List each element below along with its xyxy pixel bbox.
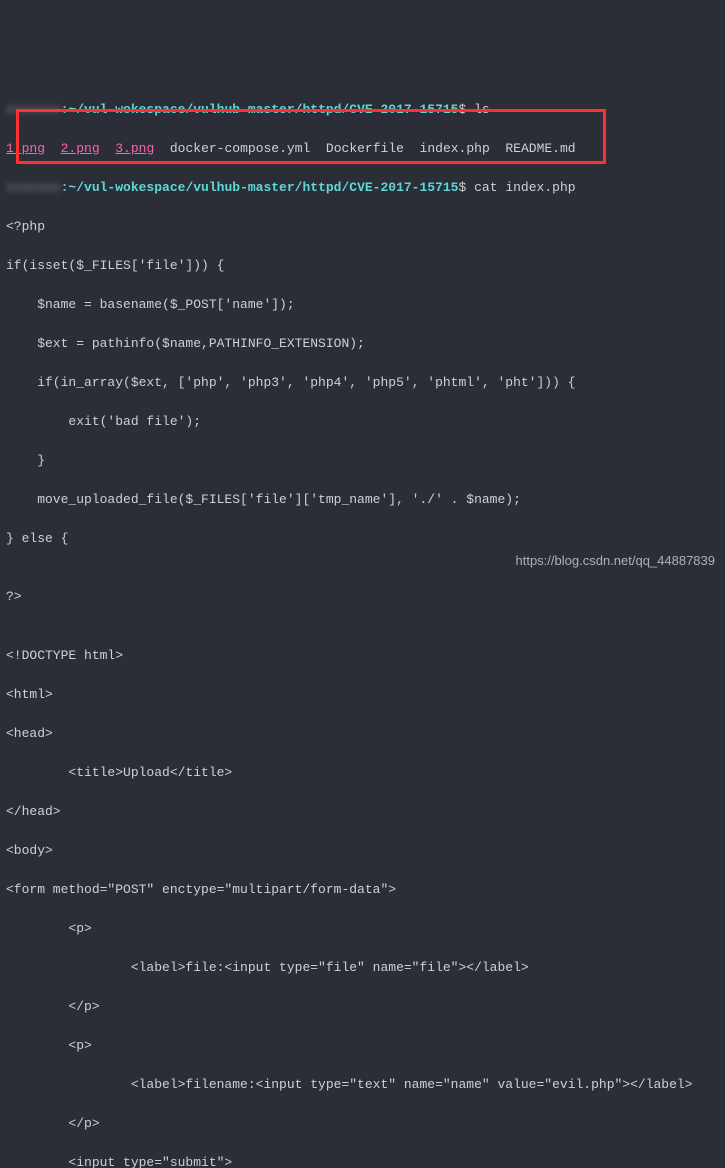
ls-output-line: 1.png 2.png 3.png docker-compose.yml Doc… [6, 139, 719, 159]
command-ls: ls [474, 102, 490, 117]
code-line: } else { [6, 529, 719, 549]
prompt-path: ~/vul-wokespace/vulhub-master/httpd/CVE-… [68, 102, 458, 117]
code-line: <label>file:<input type="file" name="fil… [6, 958, 719, 978]
command-cat: cat index.php [474, 180, 575, 195]
code-line: <form method="POST" enctype="multipart/f… [6, 880, 719, 900]
code-line: <html> [6, 685, 719, 705]
code-line: <title>Upload</title> [6, 763, 719, 783]
code-line: <head> [6, 724, 719, 744]
code-line: ?> [6, 587, 719, 607]
code-line: <input type="submit"> [6, 1153, 719, 1168]
prompt-path: ~/vul-wokespace/vulhub-master/httpd/CVE-… [68, 180, 458, 195]
terminal-output: xxxxxxx:~/vul-wokespace/vulhub-master/ht… [6, 80, 719, 1168]
code-line: </p> [6, 1114, 719, 1134]
prompt-dollar: $ [459, 102, 467, 117]
code-line: } [6, 451, 719, 471]
code-line: <p> [6, 919, 719, 939]
code-line: </p> [6, 997, 719, 1017]
code-line: $ext = pathinfo($name,PATHINFO_EXTENSION… [6, 334, 719, 354]
ls-file-png: 3.png [115, 141, 154, 156]
ls-file: index.php [420, 141, 490, 156]
ls-file-png: 2.png [61, 141, 100, 156]
code-line: <p> [6, 1036, 719, 1056]
ls-file: README.md [505, 141, 575, 156]
code-line: <body> [6, 841, 719, 861]
code-line: </head> [6, 802, 719, 822]
code-line: move_uploaded_file($_FILES['file']['tmp_… [6, 490, 719, 510]
user-redacted: xxxxxxx [6, 100, 61, 120]
watermark: https://blog.csdn.net/qq_44887839 [516, 551, 716, 571]
ls-file: Dockerfile [326, 141, 404, 156]
code-line: if(in_array($ext, ['php', 'php3', 'php4'… [6, 373, 719, 393]
user-redacted: xxxxxxx [6, 178, 61, 198]
prompt-dollar: $ [459, 180, 467, 195]
code-line: <!DOCTYPE html> [6, 646, 719, 666]
code-line: <label>filename:<input type="text" name=… [6, 1075, 719, 1095]
ls-file-png: 1.png [6, 141, 45, 156]
code-line: <?php [6, 217, 719, 237]
code-line: $name = basename($_POST['name']); [6, 295, 719, 315]
ls-file: docker-compose.yml [170, 141, 310, 156]
code-line: if(isset($_FILES['file'])) { [6, 256, 719, 276]
code-line: exit('bad file'); [6, 412, 719, 432]
